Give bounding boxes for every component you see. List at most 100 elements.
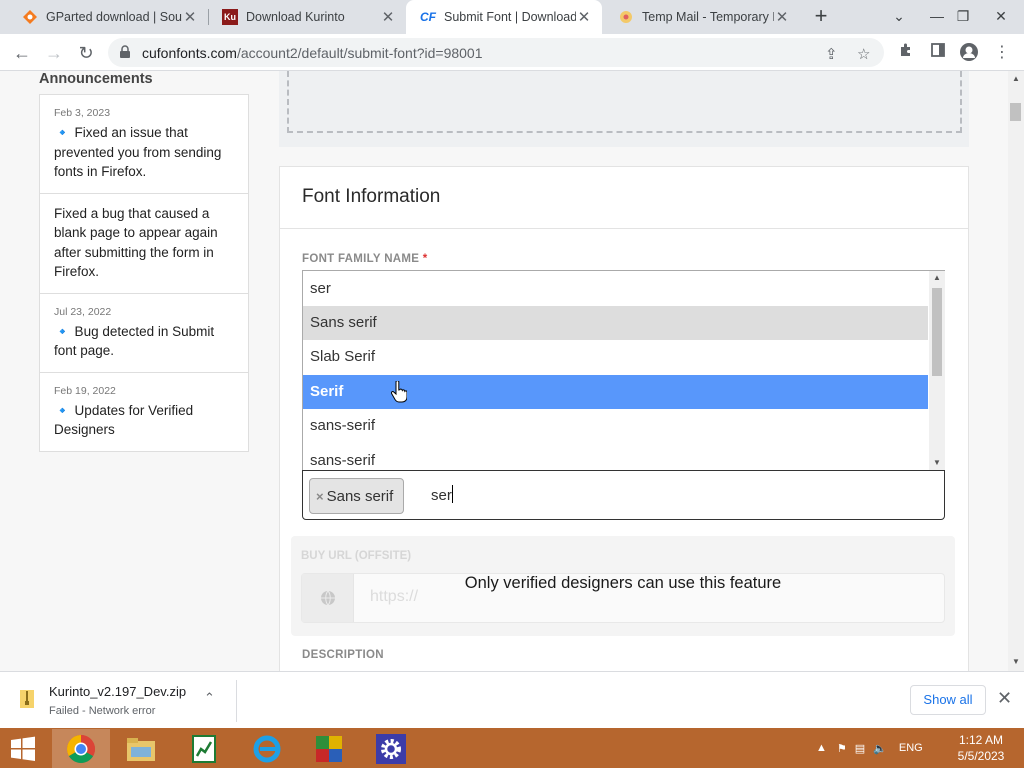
scroll-up-icon[interactable]: ▲ [1008,74,1024,83]
tag-search-input[interactable]: ser [431,485,453,504]
extensions-icon[interactable] [895,42,917,64]
network-icon[interactable]: ▤ [855,742,865,755]
announcement-text: Fixed a bug that caused a blank page to … [54,205,218,280]
tag-label: Sans serif [326,487,394,505]
side-panel-icon[interactable] [927,42,949,64]
list-item[interactable]: Fixed a bug that caused a blank page to … [40,194,248,294]
chart-document-icon [192,734,216,763]
forward-button[interactable]: → [41,40,67,66]
announcements-list: Feb 3, 2023 🔹 Fixed an issue that preven… [39,94,249,452]
tab-submit-font[interactable]: CF Submit Font | Download ✕ [406,0,602,34]
text-caret [451,485,453,503]
profile-avatar-icon[interactable] [958,42,980,64]
start-button[interactable] [0,729,46,768]
font-family-tag-input[interactable]: × Sans serif ser [302,470,945,520]
tab-tempmail[interactable]: Temp Mail - Temporary D ✕ [604,0,800,34]
tab-kurinto[interactable]: Ku Download Kurinto ✕ [208,0,406,34]
chevron-up-icon[interactable]: ⌃ [204,690,215,706]
divider [280,228,968,229]
scroll-down-icon[interactable]: ▼ [1008,657,1024,666]
scrollbar-thumb[interactable] [932,288,942,376]
internet-explorer-taskbar-button[interactable] [238,729,296,768]
close-icon[interactable]: ✕ [380,8,396,26]
remove-tag-icon[interactable]: × [316,489,324,504]
close-icon[interactable]: ✕ [774,8,790,26]
dropdown-scrollbar[interactable]: ▲ ▼ [929,271,945,471]
system-tray: ▲ ⚑ ▤ 🔈 ENG [816,728,923,768]
close-icon[interactable]: ✕ [182,8,198,26]
chrome-icon [67,734,95,763]
description-label: DESCRIPTION [302,649,384,661]
dropdown-option[interactable]: Sans serif [303,306,928,340]
list-item[interactable]: Feb 19, 2022 🔹 Updates for Verified Desi… [40,373,248,451]
file-explorer-taskbar-button[interactable] [112,729,170,768]
lock-icon [120,45,130,58]
kurinto-icon: Ku [222,9,238,25]
system-clock[interactable]: 1:12 AM 5/5/2023 [951,732,1011,764]
verified-only-message: Only verified designers can use this fea… [464,574,782,592]
volume-muted-icon[interactable]: 🔈 [873,742,887,755]
cufonfonts-icon: CF [420,10,436,24]
flag-icon[interactable]: ⚑ [837,742,847,755]
dropdown-option[interactable]: Slab Serif [303,340,928,374]
scrollbar-thumb[interactable] [1010,103,1021,121]
announcement-date: Jul 23, 2022 [54,305,112,318]
language-indicator[interactable]: ENG [899,742,923,754]
announcements-title: Announcements [39,71,153,87]
reload-button[interactable]: ↻ [73,40,99,66]
page-scrollbar[interactable]: ▲ ▼ [1008,71,1024,671]
scroll-up-icon[interactable]: ▲ [929,273,945,282]
folder-icon [127,737,155,761]
bookmark-star-icon[interactable]: ☆ [857,45,870,63]
tab-search-icon[interactable]: ⌄ [884,0,914,34]
gparted-icon [22,9,38,25]
chrome-taskbar-button[interactable] [52,729,110,768]
announcement-text: 🔹 Fixed an issue that prevented you from… [54,125,222,179]
dropdown-search-text[interactable]: ser [303,271,929,306]
tab-strip: GParted download | Sour ✕ Ku Download Ku… [0,0,1024,34]
font-family-dropdown: ser Sans serif Slab Serif Serif sans-ser… [302,270,945,471]
spreadsheet-app-taskbar-button[interactable] [175,729,233,768]
buy-url-locked-section: BUY URL (OFFSITE) https:// Only verified… [291,536,955,636]
download-status: Failed - Network error [49,705,156,717]
selected-tag: × Sans serif [309,478,405,514]
clock-time: 1:12 AM [958,733,1004,747]
close-icon[interactable]: ✕ [997,688,1012,709]
close-icon[interactable]: ✕ [576,8,592,26]
download-filename[interactable]: Kurinto_v2.197_Dev.zip [49,684,186,699]
new-tab-button[interactable]: + [810,5,832,29]
file-dropzone[interactable] [287,71,962,133]
menu-kebab-icon[interactable]: ⋮ [991,42,1013,64]
tab-title: Download Kurinto [246,10,345,24]
app-taskbar-button[interactable] [300,729,358,768]
section-title: Font Information [302,186,441,207]
list-item[interactable]: Feb 3, 2023 🔹 Fixed an issue that preven… [40,95,248,194]
clock-date: 5/5/2023 [957,749,1005,763]
show-hidden-icons-icon[interactable]: ▲ [816,742,827,754]
tab-gparted[interactable]: GParted download | Sour ✕ [8,0,208,34]
browser-toolbar: ← → ↻ cufonfonts.com/account2/default/su… [0,34,1024,71]
show-all-button[interactable]: Show all [910,685,986,715]
tab-title: Temp Mail - Temporary D [642,10,774,24]
back-button[interactable]: ← [9,40,35,66]
close-window-button[interactable]: ✕ [986,0,1016,34]
announcement-date: Feb 3, 2023 [54,107,111,119]
scroll-down-icon[interactable]: ▼ [929,458,945,467]
url-text: cufonfonts.com/account2/default/submit-f… [142,45,483,61]
list-item[interactable]: Jul 23, 2022 🔹 Bug detected in Submit fo… [40,294,248,373]
hand-cursor-icon [391,381,407,403]
tempmail-icon [618,9,634,25]
address-bar[interactable]: cufonfonts.com/account2/default/submit-f… [108,38,884,67]
gear-icon [376,733,406,764]
download-shelf: Kurinto_v2.197_Dev.zip Failed - Network … [0,671,1024,728]
colorful-app-icon [316,735,342,762]
dropdown-option[interactable]: sans-serif [303,409,928,443]
font-family-label: FONT FAMILY NAME * [302,253,428,265]
windows-taskbar: ▲ ⚑ ▤ 🔈 ENG 1:12 AM 5/5/2023 [0,728,1024,768]
settings-taskbar-button[interactable] [362,729,420,768]
share-icon[interactable]: ⇪ [825,45,838,63]
page-viewport: Announcements Feb 3, 2023 🔹 Fixed an iss… [0,71,1008,671]
tab-title: GParted download | Sour [46,10,182,24]
divider [236,680,237,722]
restore-button[interactable]: ❐ [948,0,978,34]
